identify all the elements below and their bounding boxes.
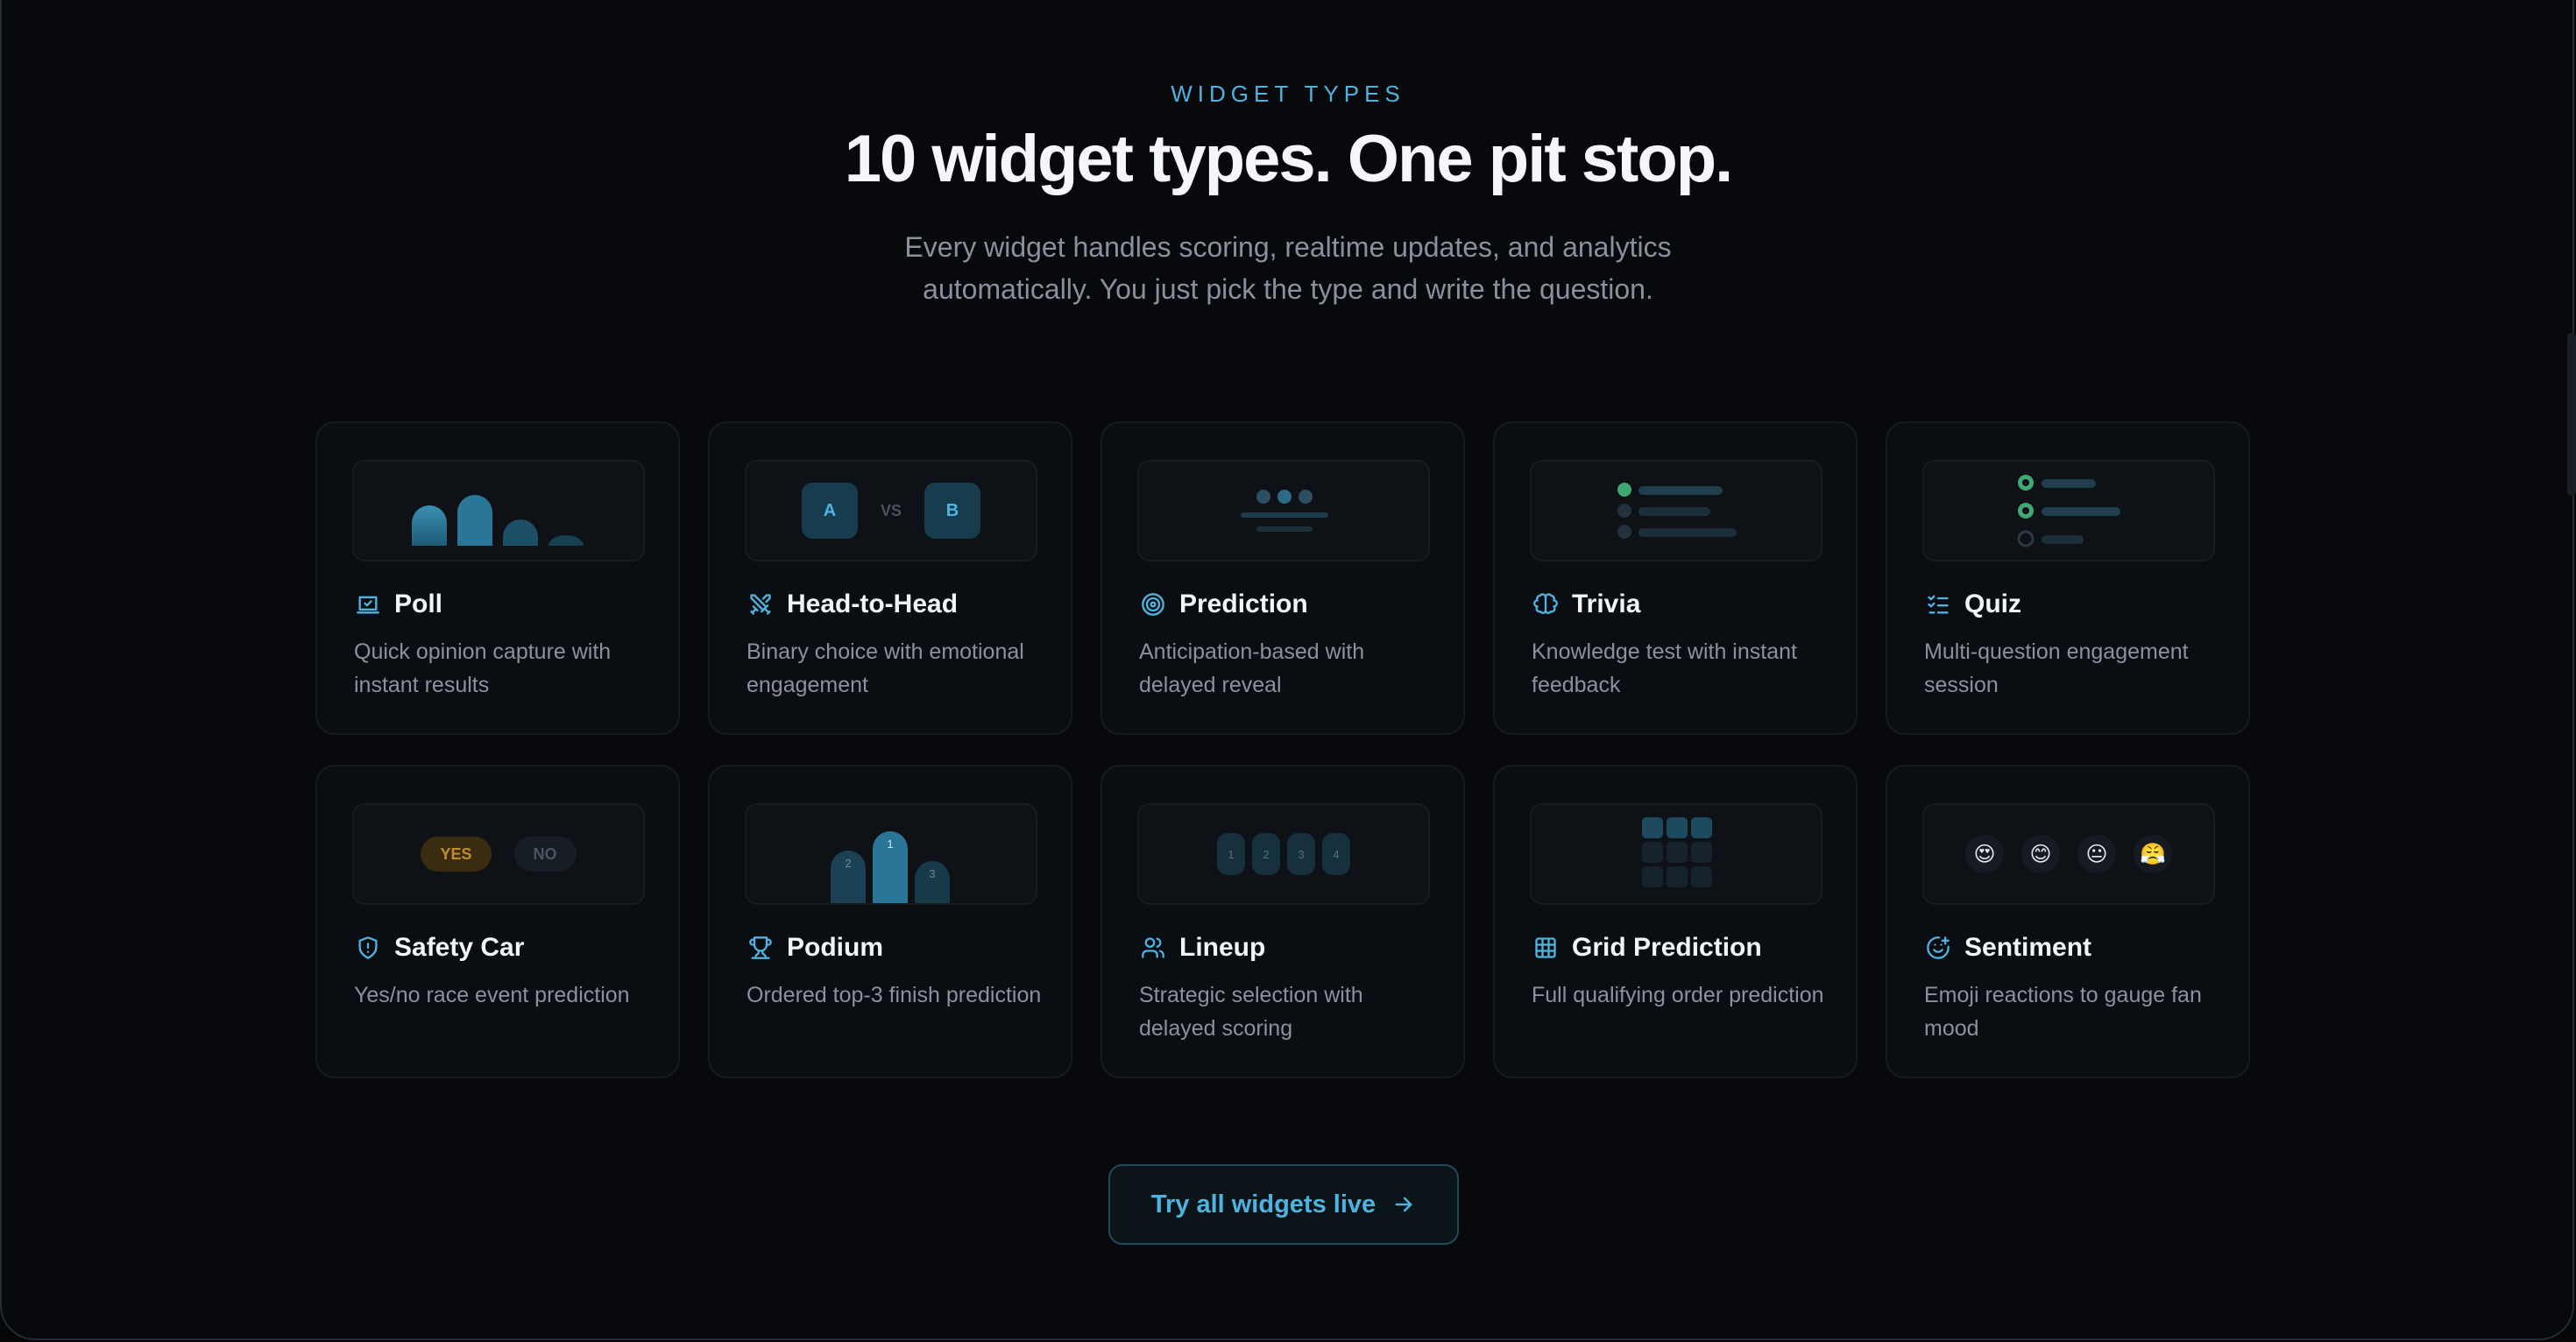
sentiment-preview: 😍 😊 😐 😤 [1922,803,2215,905]
widget-desc: Knowledge test with instant feedback [1532,639,1797,697]
widget-card-prediction[interactable]: Prediction Anticipation-based with delay… [1100,421,1465,735]
try-widgets-button[interactable]: Try all widgets live [1108,1164,1459,1245]
section-subhead: Every widget handles scoring, realtime u… [904,231,1672,305]
lineup-slot: 4 [1322,833,1350,875]
podium-p2: 2 [831,851,866,903]
widget-desc: Strategic selection with delayed scoring [1139,983,1363,1041]
widget-desc: Multi-question engagement session [1924,639,2189,697]
lineup-slot: 3 [1287,833,1315,875]
smile-plus-icon [1924,934,1952,962]
vs-label: VS [880,501,902,519]
widget-title: Poll [394,590,443,618]
cta-label: Try all widgets live [1150,1190,1376,1218]
head-to-head-preview: A VS B [745,460,1037,562]
option-a: A [801,483,858,539]
widget-card-grid-prediction[interactable]: Grid Prediction Full qualifying order pr… [1493,765,1858,1078]
emoji-angry: 😤 [2134,835,2172,873]
widget-desc: Yes/no race event prediction [354,983,630,1007]
widget-card-trivia[interactable]: Trivia Knowledge test with instant feedb… [1493,421,1858,735]
widget-card-quiz[interactable]: Quiz Multi-question engagement session [1886,421,2250,735]
widget-card-safety-car[interactable]: YES NO Safety Car Yes/no race event pred… [315,765,680,1078]
yes-pill: YES [421,837,492,872]
widget-title: Prediction [1179,590,1308,618]
grid-prediction-preview [1530,803,1822,905]
option-b: B [924,483,980,539]
section-eyebrow: WIDGET TYPES [1171,81,1405,107]
poll-icon [354,590,382,618]
trophy-icon [747,934,775,962]
widget-card-podium[interactable]: 2 1 3 Podium Ordered top-3 finish predic… [708,765,1072,1078]
brain-icon [1532,590,1560,618]
quiz-preview [1922,460,2215,562]
section-headline: 10 widget types. One pit stop. [844,122,1734,196]
lineup-preview: 1 2 3 4 [1137,803,1430,905]
scrollbar[interactable] [2567,333,2576,496]
widget-desc: Binary choice with emotional engagement [747,639,1024,697]
lineup-slot: 2 [1252,833,1280,875]
emoji-love: 😍 [1965,835,2004,873]
widget-grid: Poll Quick opinion capture with instant … [315,421,2252,1078]
widget-title: Trivia [1572,590,1641,618]
widget-desc: Quick opinion capture with instant resul… [354,639,612,697]
shield-icon [354,934,382,962]
widget-desc: Full qualifying order prediction [1532,983,1824,1007]
podium-p3: 3 [915,861,950,903]
podium-preview: 2 1 3 [745,803,1037,905]
podium-p1: 1 [873,831,908,903]
widget-card-lineup[interactable]: 1 2 3 4 Lineup Strategic selection with … [1100,765,1465,1078]
widget-desc: Anticipation-based with delayed reveal [1139,639,1365,697]
grid-icon [1532,934,1560,962]
widget-title: Lineup [1179,933,1266,962]
arrow-right-icon [1391,1192,1416,1217]
users-icon [1139,934,1167,962]
widget-title: Head-to-Head [787,590,959,618]
trivia-preview [1530,460,1822,562]
target-icon [1139,590,1167,618]
widget-title: Grid Prediction [1572,933,1762,962]
widget-card-sentiment[interactable]: 😍 😊 😐 😤 Sentiment Emoji reactions to gau… [1886,765,2250,1078]
widget-title: Safety Car [394,933,525,962]
list-checks-icon [1924,590,1952,618]
emoji-happy: 😊 [2021,835,2060,873]
no-pill: NO [513,837,577,872]
emoji-neutral: 😐 [2077,835,2116,873]
swords-icon [747,590,775,618]
safety-car-preview: YES NO [352,803,645,905]
lineup-slot: 1 [1217,833,1245,875]
widget-title: Sentiment [1964,933,2092,962]
widget-card-head-to-head[interactable]: A VS B Head-to-Head Binary choice with e… [708,421,1072,735]
widget-desc: Ordered top-3 finish prediction [747,983,1042,1007]
widget-title: Podium [787,933,883,962]
poll-preview [352,460,645,562]
prediction-preview [1137,460,1430,562]
widget-title: Quiz [1964,590,2021,618]
widget-card-poll[interactable]: Poll Quick opinion capture with instant … [315,421,680,735]
widget-desc: Emoji reactions to gauge fan mood [1924,983,2202,1041]
